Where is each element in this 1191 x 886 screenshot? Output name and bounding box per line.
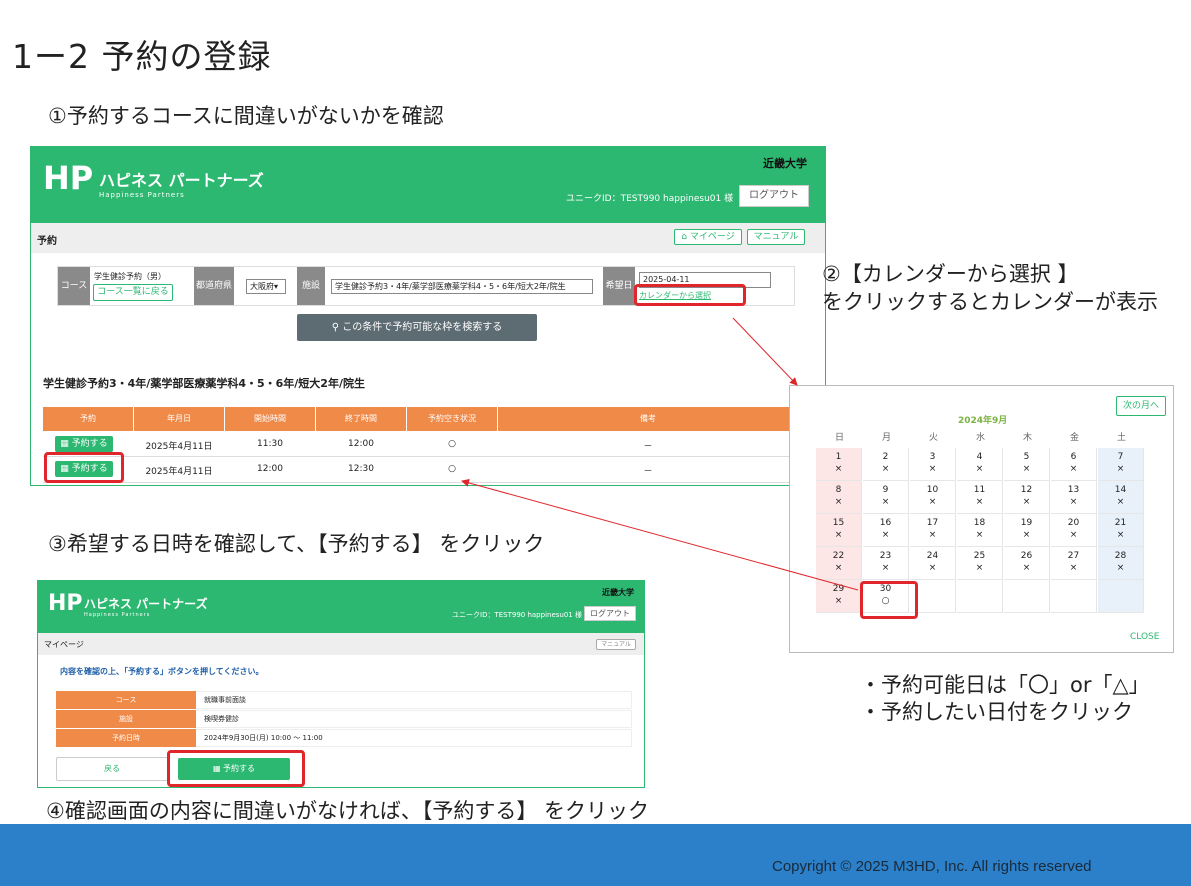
logo-mark: HP bbox=[48, 591, 83, 616]
step3-text: ③希望する日時を確認して、【予約する】 をクリック bbox=[48, 532, 545, 556]
footer bbox=[0, 824, 1191, 886]
page-title: マイページ bbox=[44, 640, 84, 649]
user-info: ユニークID：TEST990 happinesu01 様 bbox=[452, 611, 582, 619]
header: HP ハピネス パートナーズ Happiness Partners 近畿大学 ユ… bbox=[38, 581, 644, 633]
copyright: Copyright © 2025 M3HD, Inc. All rights r… bbox=[772, 858, 1092, 875]
note-click-date: ・予約したい日付をクリック bbox=[860, 700, 1133, 724]
highlight-confirm-button bbox=[167, 750, 305, 787]
row-label: 予約日時 bbox=[56, 729, 196, 747]
instruction-text: 内容を確認の上、「予約する」ボタンを押してください。 bbox=[60, 667, 264, 676]
row-value: 検喫券健診 bbox=[204, 715, 239, 723]
back-button[interactable]: 戻る bbox=[56, 757, 168, 781]
manual-button[interactable]: マニュアル bbox=[596, 639, 636, 650]
logo-subtitle: Happiness Partners bbox=[84, 612, 151, 618]
logo-text: ハピネス パートナーズ bbox=[84, 597, 208, 611]
logout-button[interactable]: ログアウト bbox=[584, 606, 636, 621]
row-value: 就職事前面談 bbox=[204, 696, 246, 704]
page-bar bbox=[38, 633, 644, 655]
confirmation-screen: HP ハピネス パートナーズ Happiness Partners 近畿大学 ユ… bbox=[37, 580, 645, 788]
university-name: 近畿大学 bbox=[602, 588, 634, 597]
row-label: 施設 bbox=[56, 710, 196, 728]
note-available: ・予約可能日は「〇」or「△」 bbox=[860, 673, 1150, 697]
row-label: コース bbox=[56, 691, 196, 709]
arrow-to-calendar bbox=[732, 317, 798, 386]
row-value: 2024年9月30日(月) 10:00 ～ 11:00 bbox=[204, 734, 323, 742]
step4-text: ④確認画面の内容に間違いがなければ、【予約する】 をクリック bbox=[46, 799, 649, 823]
